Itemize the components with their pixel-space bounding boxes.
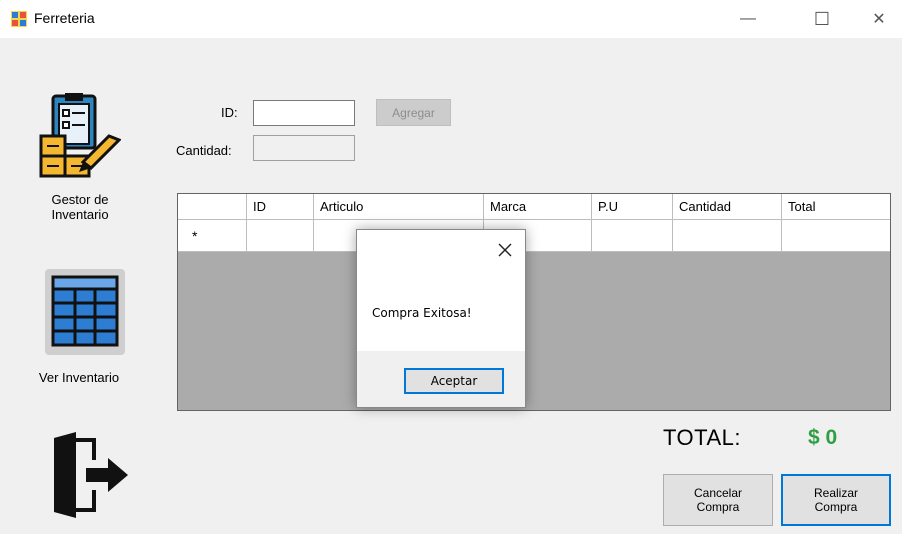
dialog-ok-button[interactable]: Aceptar [404,368,504,394]
window-title: Ferreteria [34,10,95,26]
maximize-button[interactable]: ☐ [799,0,845,38]
close-icon: ✕ [872,11,886,28]
view-inventory-label: Ver Inventario [38,370,120,385]
inventory-manager-label-2: Inventario [51,207,109,222]
dialog-ok-label: Aceptar [430,374,478,388]
id-label: ID: [221,105,238,120]
row-header-corner [178,194,247,220]
cancel-purchase-button[interactable]: Cancelar Compra [663,474,773,526]
inventory-manager-label-1: Gestor de [51,192,109,207]
table-cell[interactable] [782,220,890,252]
column-header-articulo[interactable]: Articulo [314,194,484,220]
column-header-cantidad[interactable]: Cantidad [673,194,782,220]
add-button-label: Agregar [392,105,435,120]
maximize-icon: ☐ [813,8,831,29]
submit-purchase-button[interactable]: Realizar Compra [781,474,891,526]
column-header-id[interactable]: ID [247,194,314,220]
submit-label-2: Compra [814,500,858,514]
quantity-input[interactable] [253,135,355,161]
app-window: Ferreteria — ☐ ✕ Gestor de Inventario Ve… [0,0,902,534]
purchase-grid[interactable]: ID Articulo Marca P.U Cantidad Total * [177,193,891,411]
add-button[interactable]: Agregar [376,99,451,126]
title-bar[interactable]: Ferreteria — ☐ ✕ [0,0,902,38]
column-header-pu[interactable]: P.U [592,194,673,220]
minimize-button[interactable]: — [725,0,771,38]
table-cell[interactable] [673,220,782,252]
app-icon [11,11,27,27]
dialog-close-icon[interactable] [495,240,515,260]
inventory-manager-button[interactable]: Gestor de Inventario [40,192,120,222]
inventory-manager-icon[interactable] [39,92,121,178]
cancel-label-2: Compra [696,500,740,514]
quantity-label: Cantidad: [176,143,232,158]
total-label: TOTAL: [663,425,741,450]
table-cell[interactable] [592,220,673,252]
column-header-total[interactable]: Total [782,194,890,220]
close-button[interactable]: ✕ [856,0,902,38]
column-header-marca[interactable]: Marca [484,194,592,220]
id-input[interactable] [253,100,355,126]
view-inventory-button[interactable]: Ver Inventario [24,370,134,385]
exit-icon[interactable] [50,432,130,518]
new-row-marker[interactable]: * [178,220,247,252]
dialog-message: Compra Exitosa! [372,306,472,320]
table-cell[interactable] [247,220,314,252]
minimize-icon: — [740,10,756,27]
total-value: $ 0 [808,426,838,449]
cancel-label-1: Cancelar [693,486,743,500]
message-dialog: Compra Exitosa! Aceptar [356,229,526,408]
view-inventory-icon[interactable] [43,267,127,357]
submit-label-1: Realizar [813,486,858,500]
